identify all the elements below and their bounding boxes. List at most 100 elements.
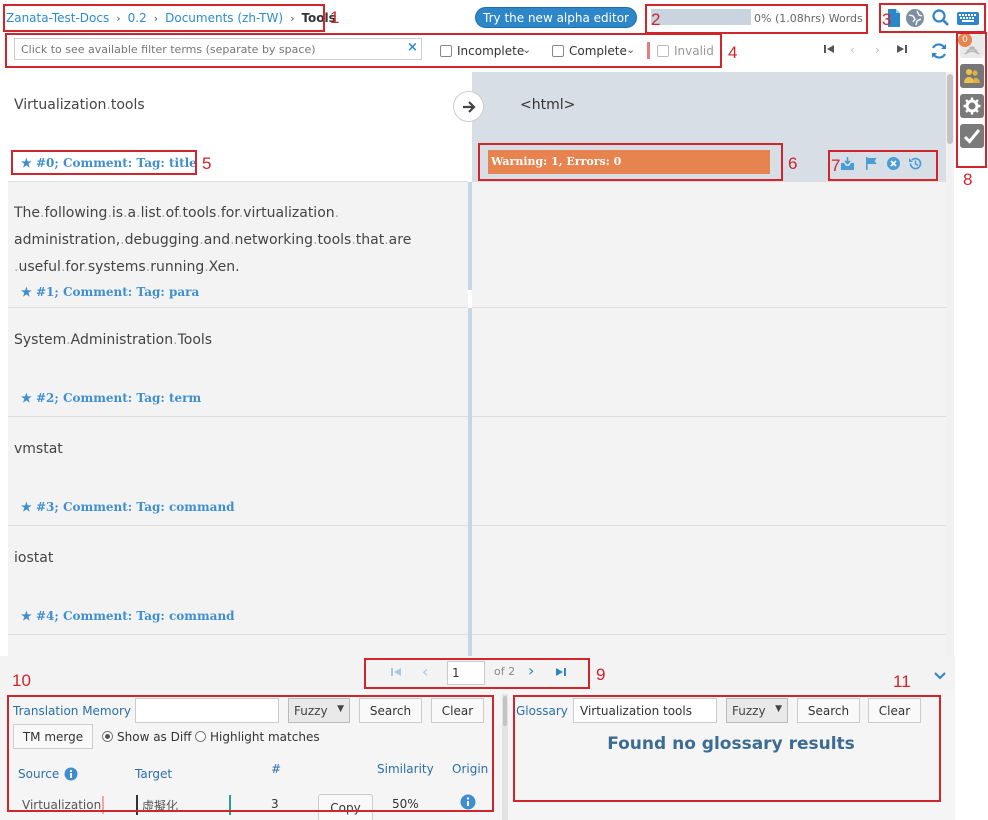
diff-marker — [229, 795, 231, 815]
page-total: of 2 — [494, 665, 516, 678]
source-cell[interactable]: The.following.is.a.list.of.tools.for.vir… — [8, 182, 468, 308]
annotation-label-6: 6 — [788, 154, 798, 173]
target-cell[interactable] — [472, 308, 946, 417]
globe-icon[interactable] — [905, 8, 925, 28]
chevron-down-icon[interactable]: ⌄ — [626, 43, 635, 56]
invalid-checkbox[interactable] — [657, 45, 669, 57]
source-cell[interactable]: iostat ★ #4; Comment: Tag: command — [8, 526, 468, 635]
tm-search-button[interactable]: Search — [359, 698, 422, 723]
previous-row-icon[interactable]: ‹ — [850, 43, 855, 57]
target-cell[interactable] — [472, 526, 946, 635]
comment-label: ★ #1; Comment: Tag: para — [21, 285, 200, 299]
glossary-search-input[interactable] — [573, 698, 717, 723]
column-divider — [468, 308, 472, 656]
invalid-label: Invalid — [674, 44, 714, 58]
next-row-icon[interactable]: › — [875, 43, 880, 57]
chevron-right-icon: › — [290, 11, 295, 25]
comment-text: #4; Comment: Tag: command — [35, 609, 235, 623]
tm-col-target: Target — [135, 767, 173, 781]
source-text: Virtualization.tools — [14, 97, 145, 113]
tm-col-source: Source — [18, 767, 60, 781]
previous-page-icon[interactable]: ‹ — [422, 662, 428, 681]
invalid-marker — [647, 42, 650, 59]
glossary-search-button[interactable]: Search — [797, 698, 860, 723]
info-icon[interactable] — [64, 767, 78, 784]
source-text: System.Administration.Tools — [14, 332, 213, 348]
editor-scrollbar[interactable] — [946, 72, 954, 662]
tm-clear-button[interactable]: Clear — [431, 698, 484, 723]
tm-mode-select[interactable]: Fuzzy ▼ — [288, 698, 350, 723]
show-diff-radio[interactable] — [102, 731, 113, 742]
flag-icon[interactable] — [864, 156, 879, 174]
clear-filter-icon[interactable]: × — [407, 40, 418, 55]
source-cell[interactable] — [8, 635, 468, 656]
comment-text: #0; Comment: Tag: title — [35, 156, 197, 170]
splitter-thumb[interactable] — [503, 696, 507, 726]
source-text: The.following.is.a.list.of.tools.for.vir… — [14, 205, 412, 275]
save-icon[interactable] — [840, 156, 855, 174]
complete-checkbox[interactable] — [552, 45, 564, 57]
glossary-title: Glossary — [516, 704, 568, 718]
diff-marker — [102, 796, 104, 814]
side-rail: 0 — [958, 33, 986, 168]
target-cell[interactable] — [472, 182, 946, 308]
last-page-icon[interactable] — [555, 666, 567, 681]
notification-badge: 0 — [958, 33, 972, 47]
breadcrumb-documents[interactable]: Documents (zh-TW) — [165, 11, 283, 25]
source-cell-selected[interactable]: Virtualization.tools ★ #0; Comment: Tag:… — [8, 72, 468, 182]
settings-gear-icon[interactable] — [960, 94, 984, 118]
tm-col-count: # — [271, 762, 282, 776]
origin-info-icon[interactable] — [460, 794, 476, 813]
source-text: iostat — [14, 550, 54, 566]
source-cell[interactable]: System.Administration.Tools ★ #2; Commen… — [8, 308, 468, 417]
tm-copy-button[interactable]: Copy — [318, 794, 373, 820]
history-icon[interactable] — [908, 156, 923, 174]
search-icon[interactable] — [931, 8, 951, 28]
next-page-icon[interactable]: › — [528, 661, 534, 680]
chevron-down-icon[interactable]: ⌄ — [522, 43, 531, 56]
highlight-matches-radio[interactable] — [195, 731, 206, 742]
annotation-label-7: 7 — [831, 156, 841, 175]
comment-text: #2; Comment: Tag: term — [35, 391, 202, 405]
comment-label: ★ #2; Comment: Tag: term — [21, 391, 202, 405]
notifications-icon[interactable]: 0 — [958, 33, 984, 58]
glossary-empty-message: Found no glossary results — [607, 734, 855, 754]
page-number-input[interactable] — [447, 661, 485, 685]
breadcrumb-project[interactable]: Zanata-Test-Docs — [6, 11, 109, 25]
chevron-right-icon: › — [116, 11, 121, 25]
first-page-icon[interactable] — [390, 666, 402, 681]
collapse-panel-icon[interactable] — [933, 670, 947, 684]
annotation-label-9: 9 — [596, 665, 606, 684]
validation-check-icon[interactable] — [960, 124, 984, 148]
glossary-mode-select[interactable]: Fuzzy ▼ — [726, 698, 788, 723]
diff-marker — [136, 795, 138, 815]
scrollbar-thumb[interactable] — [947, 74, 953, 144]
tm-search-input[interactable] — [135, 698, 279, 723]
annotation-label-11: 11 — [893, 672, 911, 691]
validation-warning[interactable]: Warning: 1, Errors: 0 — [488, 150, 770, 174]
incomplete-checkbox[interactable] — [440, 45, 452, 57]
alpha-editor-button[interactable]: Try the new alpha editor — [475, 7, 637, 28]
annotation-label-10: 10 — [12, 671, 31, 690]
glossary-clear-button[interactable]: Clear — [868, 698, 921, 723]
filter-input[interactable] — [14, 38, 422, 60]
breadcrumb-version[interactable]: 0.2 — [128, 11, 147, 25]
target-cell[interactable] — [472, 635, 946, 656]
dropdown-arrow-icon: ▼ — [337, 704, 344, 714]
panel-splitter[interactable] — [502, 694, 508, 820]
tm-merge-button[interactable]: TM merge — [13, 724, 93, 749]
refresh-icon[interactable] — [929, 41, 949, 64]
keyboard-icon[interactable] — [956, 8, 980, 28]
last-row-icon[interactable] — [896, 43, 908, 58]
cancel-icon[interactable] — [886, 156, 901, 174]
progress-text: 0% (1.08hrs) Words — [754, 12, 863, 25]
source-cell[interactable]: vmstat ★ #3; Comment: Tag: command — [8, 417, 468, 526]
tm-result-similarity: 50% — [392, 797, 419, 811]
users-icon[interactable] — [960, 64, 984, 88]
target-cell-selected[interactable]: <html> Warning: 1, Errors: 0 — [472, 72, 946, 182]
copy-source-arrow-icon[interactable] — [453, 91, 484, 122]
first-row-icon[interactable] — [823, 43, 835, 58]
complete-label: Complete — [569, 44, 627, 58]
comment-label: ★ #0; Comment: Tag: title — [21, 156, 197, 170]
target-cell[interactable] — [472, 417, 946, 526]
